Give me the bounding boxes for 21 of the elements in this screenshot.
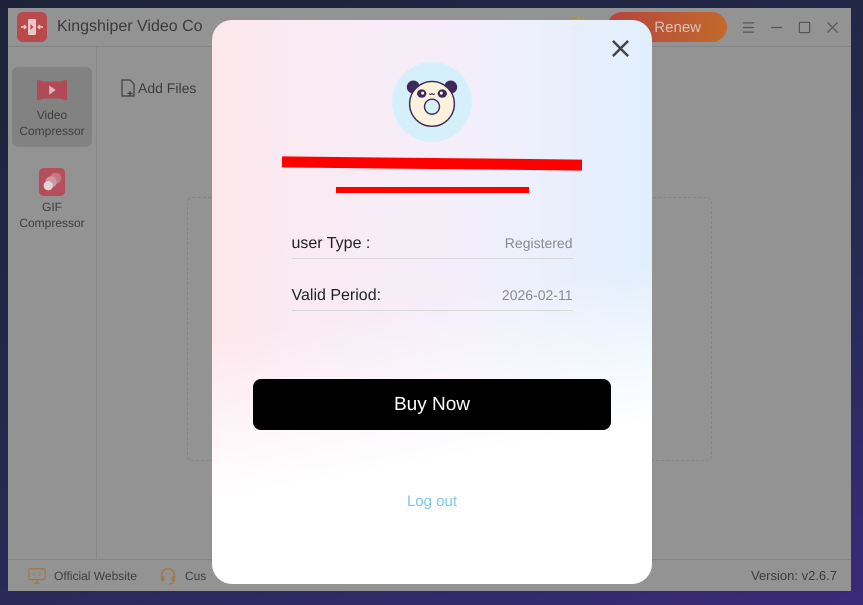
menu-icon[interactable] [742,20,755,34]
maximize-icon[interactable] [798,20,811,34]
field-label: user Type : [292,235,370,253]
sidebar-item[interactable]: GIF Compressor [12,159,92,239]
field-value: 2026-02-11 [502,287,572,303]
monitor-icon [28,566,46,584]
log-out-link[interactable]: Log out [406,493,458,510]
window-title: Kingshiper Video Co [57,18,203,36]
gif-icon [37,168,67,196]
headset-icon [158,566,177,584]
app-logo-icon [17,12,47,42]
field-value: Registered [504,235,572,251]
buy-now-button[interactable]: Buy Now [253,379,611,430]
footer-link[interactable]: Official Website [28,566,137,584]
field-label: Valid Period: [292,287,382,305]
version-label: Version: v2.6.7 [751,568,837,583]
footer-link[interactable]: Cus [158,566,206,584]
add-files-button[interactable]: Add Files [121,79,851,97]
sidebar-item[interactable]: Video Compressor [12,67,92,147]
file-add-icon [121,79,135,97]
close-icon[interactable] [611,39,630,58]
